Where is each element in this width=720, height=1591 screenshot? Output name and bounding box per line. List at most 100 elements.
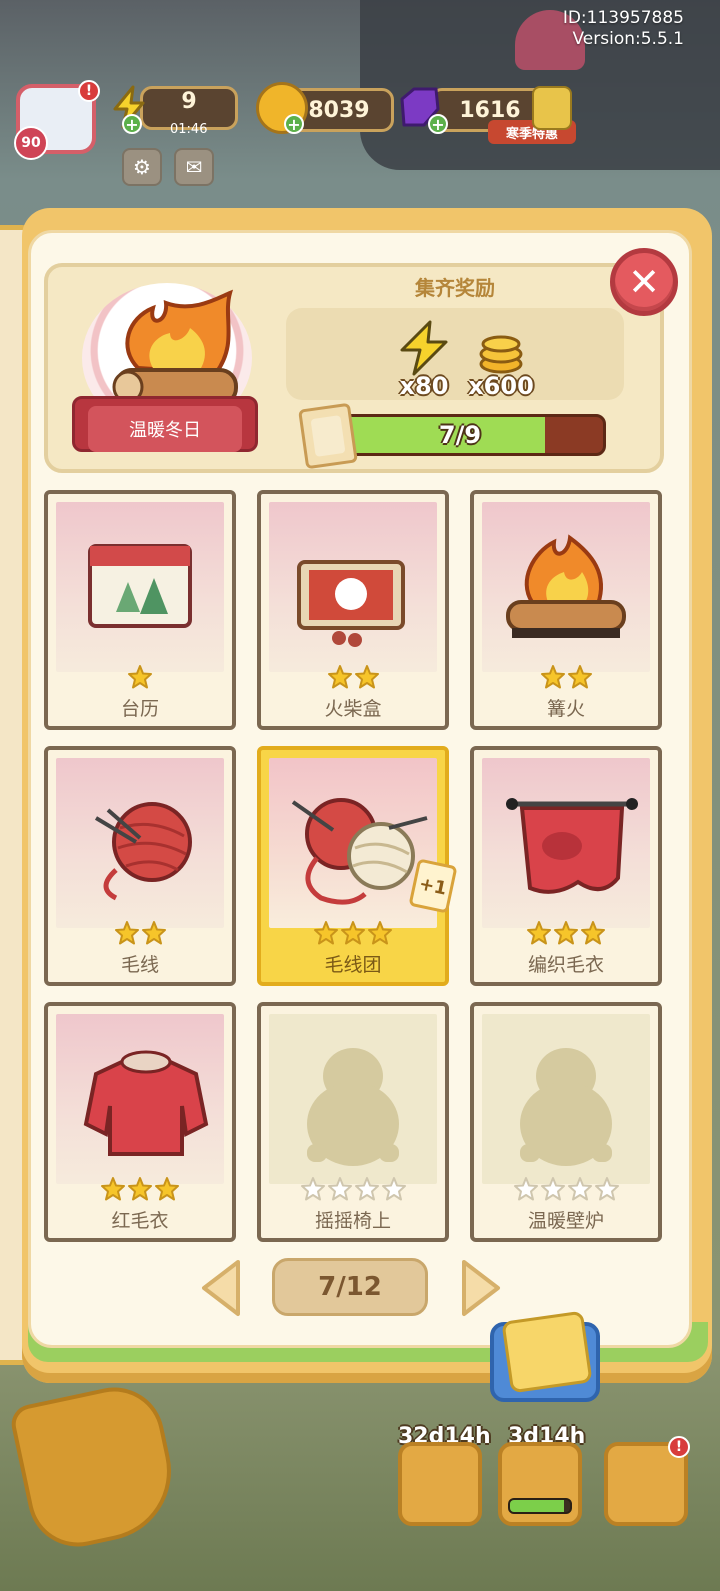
bonfire-icon	[506, 534, 626, 638]
build-info: ID:113957885 Version:5.5.1	[563, 8, 684, 50]
empty-star-icon	[567, 1177, 592, 1201]
settings-button[interactable]: ⚙	[122, 148, 162, 186]
gems-value: 1616	[459, 97, 521, 123]
card-art	[56, 758, 224, 928]
card-name: 毛线团	[324, 954, 382, 976]
card-art	[269, 1014, 437, 1184]
energy-add-button[interactable]: +	[122, 114, 142, 134]
chevron-left-icon	[202, 1260, 240, 1316]
star-icon	[581, 921, 605, 945]
card-star-rating	[48, 664, 232, 694]
reward-energy-amount: x80	[399, 372, 449, 400]
coins-add-button[interactable]: +	[284, 114, 304, 134]
collection-progress-label: 7/9	[438, 421, 482, 449]
card-art	[56, 502, 224, 672]
mail-icon: ✉	[185, 155, 203, 179]
card-art	[482, 758, 650, 928]
empty-star-icon	[381, 1177, 406, 1201]
empty-star-icon	[327, 1177, 352, 1201]
card-name: 编织毛衣	[527, 954, 604, 976]
star-icon	[101, 1177, 125, 1201]
star-icon	[368, 921, 392, 945]
star-icon	[354, 665, 379, 689]
star-icon	[327, 665, 352, 689]
card-event-progress	[508, 1498, 572, 1514]
silhouette-icon	[307, 1048, 399, 1166]
star-icon	[341, 921, 365, 945]
collection-card[interactable]: 篝火	[470, 490, 662, 730]
character-event-alert: !	[668, 1436, 690, 1458]
gear-icon: ⚙	[133, 155, 151, 179]
card-star-rating	[474, 664, 658, 694]
knitting-icon	[506, 798, 638, 894]
flower-event-button[interactable]	[398, 1442, 482, 1526]
lightning-icon	[400, 320, 448, 376]
calendar-icon	[88, 544, 192, 628]
card-art	[482, 502, 650, 672]
card-event-progress-fill	[510, 1500, 564, 1512]
collection-title: 温暖冬日	[88, 406, 242, 452]
collection-card[interactable]: 台历	[44, 490, 236, 730]
sweater-icon	[83, 1050, 209, 1156]
previous-page-button[interactable]	[198, 1258, 246, 1318]
card-name: 毛线	[120, 954, 159, 976]
version-label: Version:5.5.1	[572, 29, 685, 49]
coins-value: 8039	[308, 97, 370, 123]
reward-energy: x80	[384, 320, 464, 400]
card-star-rating	[48, 920, 232, 950]
player-id: ID:113957885	[562, 8, 684, 28]
energy-timer: 01:46	[170, 122, 208, 137]
card-star-rating	[261, 1176, 445, 1206]
card-star-rating	[474, 920, 658, 950]
star-icon	[554, 921, 578, 945]
star-icon	[128, 665, 152, 689]
collection-card[interactable]: 毛线	[44, 746, 236, 986]
card-star-rating	[261, 664, 445, 694]
star-icon	[527, 921, 551, 945]
collection-card[interactable]: 毛线团 +1	[257, 746, 458, 986]
close-button[interactable]: ✕	[610, 248, 678, 316]
empty-star-icon	[540, 1177, 565, 1201]
star-icon	[128, 1177, 152, 1201]
energy-value: 9	[181, 88, 197, 114]
card-name: 温暖壁炉	[527, 1210, 604, 1232]
card-name: 火柴盒	[324, 698, 382, 720]
reward-title: 集齐奖励	[415, 276, 495, 300]
card-star-rating	[474, 1176, 658, 1206]
matchbox-icon	[297, 560, 405, 647]
empty-star-icon	[354, 1177, 379, 1201]
card-name: 台历	[120, 698, 159, 720]
yarn-ball-icon	[94, 802, 192, 901]
gems-add-button[interactable]: +	[428, 114, 448, 134]
star-icon	[114, 921, 139, 945]
page-indicator: 7/12	[272, 1258, 428, 1316]
card-name: 摇摇椅上	[314, 1210, 391, 1232]
collection-card[interactable]: 火柴盒	[257, 490, 449, 730]
star-icon	[540, 665, 565, 689]
card-art	[269, 502, 437, 672]
card-name: 篝火	[546, 698, 585, 720]
empty-star-icon	[594, 1177, 619, 1201]
card-art	[482, 1014, 650, 1184]
card-star-rating	[48, 1176, 232, 1206]
mail-button[interactable]: ✉	[174, 148, 214, 186]
card-star-rating	[261, 920, 445, 950]
collection-card[interactable]: 温暖壁炉	[470, 1002, 662, 1242]
player-level-badge: 90	[14, 126, 48, 160]
card-art	[56, 1014, 224, 1184]
next-page-button[interactable]	[456, 1258, 504, 1318]
gift-box-icon[interactable]	[532, 86, 572, 130]
avatar-alert-badge: !	[78, 80, 100, 102]
reward-coins-amount: x600	[468, 372, 534, 400]
star-icon	[314, 921, 338, 945]
collection-card[interactable]: 编织毛衣	[470, 746, 662, 986]
star-icon	[567, 665, 592, 689]
collection-card[interactable]: 摇摇椅上	[257, 1002, 449, 1242]
reward-coins: x600	[456, 320, 546, 400]
card-album-icon	[501, 1310, 593, 1394]
collection-card[interactable]: 红毛衣	[44, 1002, 236, 1242]
card-name: 红毛衣	[111, 1210, 169, 1232]
top-hud: 90 ! 9 01:46 + 8039 + 1616 + 寒季特惠 ⚙ ✉	[0, 80, 720, 200]
chevron-right-icon	[462, 1260, 500, 1316]
coin-stack-icon	[479, 335, 523, 374]
